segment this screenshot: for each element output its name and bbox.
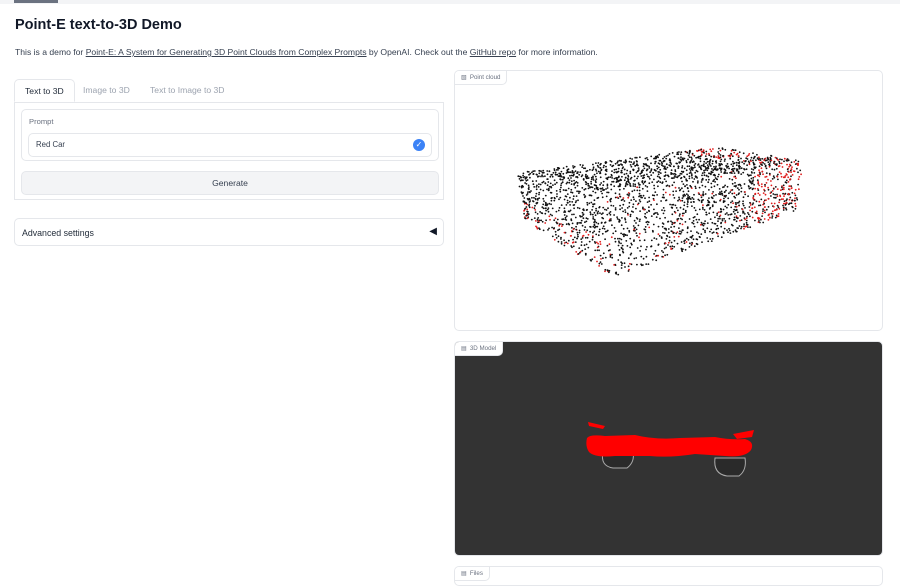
point-cloud-badge: ▧ Point cloud (455, 71, 508, 85)
car-body (586, 435, 753, 457)
model-3d-label: 3D Model (469, 345, 497, 352)
prompt-label: Prompt (29, 117, 54, 126)
tab-body: Prompt Red Car ✓ Generate (14, 103, 444, 200)
advanced-settings-label: Advanced settings (22, 228, 94, 238)
input-panel: Text to 3D Image to 3D Text to Image to … (14, 79, 444, 200)
intro-middle: by OpenAI. Check out the (366, 47, 470, 57)
files-panel[interactable]: ▤ Files (454, 566, 883, 586)
top-tab-strip (0, 0, 900, 4)
check-circle-icon: ✓ (413, 139, 425, 151)
intro-text: This is a demo for Point-E: A System for… (15, 47, 598, 57)
point-cloud-panel[interactable]: ▧ Point cloud (454, 70, 883, 331)
model-3d-viewer[interactable] (455, 342, 883, 556)
prompt-input[interactable]: Red Car ✓ (28, 133, 432, 157)
chart-icon: ▧ (461, 74, 467, 81)
active-top-tab-indicator (14, 0, 58, 3)
car-model (586, 422, 754, 477)
car-fragment-front (588, 422, 605, 429)
collapse-arrow-icon: ◀ (429, 226, 437, 237)
intro-prefix: This is a demo for (15, 47, 86, 57)
generate-button[interactable]: Generate (21, 171, 439, 195)
tab-text-to-3d[interactable]: Text to 3D (14, 79, 75, 102)
point-cloud-label: Point cloud (469, 74, 501, 81)
advanced-settings-accordion[interactable]: Advanced settings ◀ (14, 218, 444, 246)
page-title: Point-E text-to-3D Demo (15, 17, 182, 33)
files-badge: ▤ Files (455, 567, 490, 581)
tab-text-to-image-to-3d[interactable]: Text to Image to 3D (140, 79, 235, 102)
point-cloud-plot[interactable] (455, 71, 883, 331)
car-fragment-rear (733, 430, 754, 439)
file-icon: ▤ (461, 345, 467, 352)
intro-suffix: for more information. (516, 47, 598, 57)
tab-image-to-3d[interactable]: Image to 3D (73, 79, 140, 102)
paper-link[interactable]: Point-E: A System for Generating 3D Poin… (86, 47, 367, 57)
prompt-block: Prompt Red Car ✓ (21, 109, 439, 161)
input-tabs: Text to 3D Image to 3D Text to Image to … (14, 79, 444, 103)
model-3d-badge: ▤ 3D Model (455, 342, 504, 356)
prompt-input-value: Red Car (36, 140, 66, 149)
github-link[interactable]: GitHub repo (470, 47, 516, 57)
model-3d-panel[interactable]: ▤ 3D Model (454, 341, 883, 556)
rear-wheel (714, 457, 746, 477)
